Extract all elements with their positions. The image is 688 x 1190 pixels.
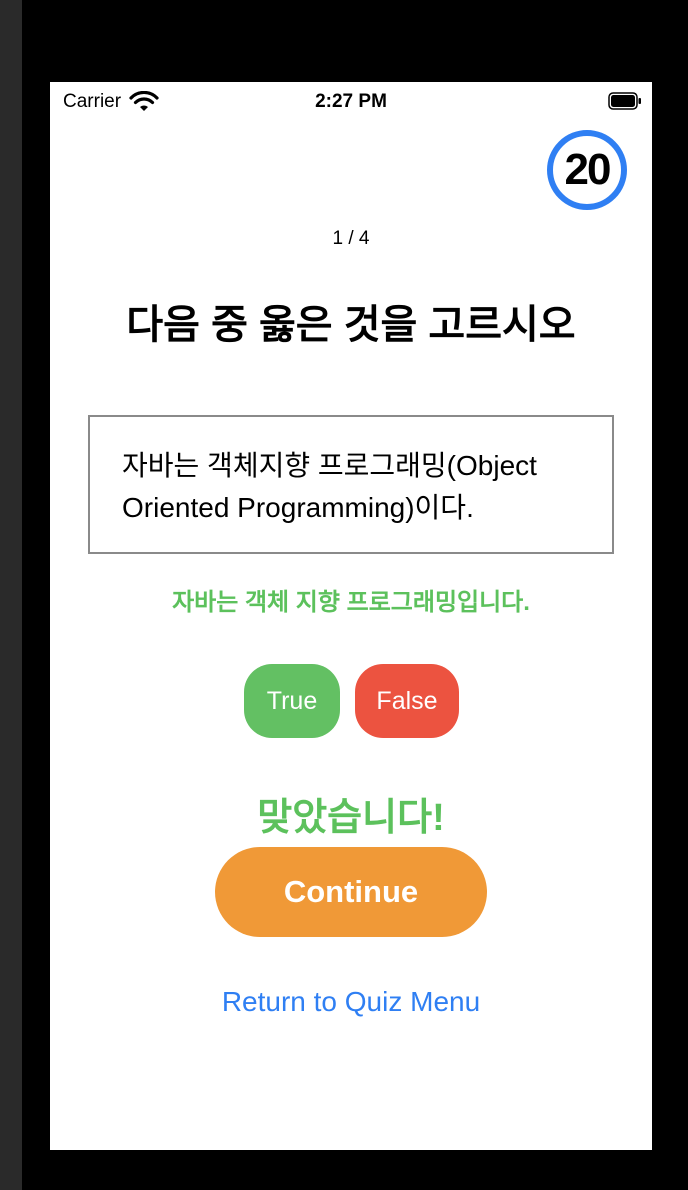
status-time: 2:27 PM — [315, 91, 387, 112]
statement-line-1: 자바는 객체지향 프로그래밍(Object — [122, 450, 537, 481]
simulator-edge — [0, 0, 22, 1190]
result-message: 맞았습니다! — [257, 797, 445, 839]
countdown-timer: 20 — [547, 130, 627, 210]
statement-line-2: Oriented Programming)이다. — [122, 492, 474, 523]
continue-button[interactable]: Continue — [215, 847, 487, 937]
question-progress: 1 / 4 — [332, 228, 370, 249]
question-title: 다음 중 옳은 것을 고르시오 — [126, 303, 576, 347]
status-bar: Carrier 2:27 PM — [50, 82, 652, 122]
return-to-quiz-menu-link[interactable]: Return to Quiz Menu — [50, 986, 652, 1018]
answer-explanation: 자바는 객체 지향 프로그래밍입니다. — [172, 589, 530, 616]
app-screen: Carrier 2:27 PM 20 1 / 4 다음 중 옳은 것을 고르시오… — [50, 82, 652, 1150]
true-button[interactable]: True — [244, 664, 340, 738]
battery-icon — [608, 92, 641, 110]
statement-box: 자바는 객체지향 프로그래밍(Object Oriented Programmi… — [88, 415, 614, 554]
false-button[interactable]: False — [355, 664, 459, 738]
